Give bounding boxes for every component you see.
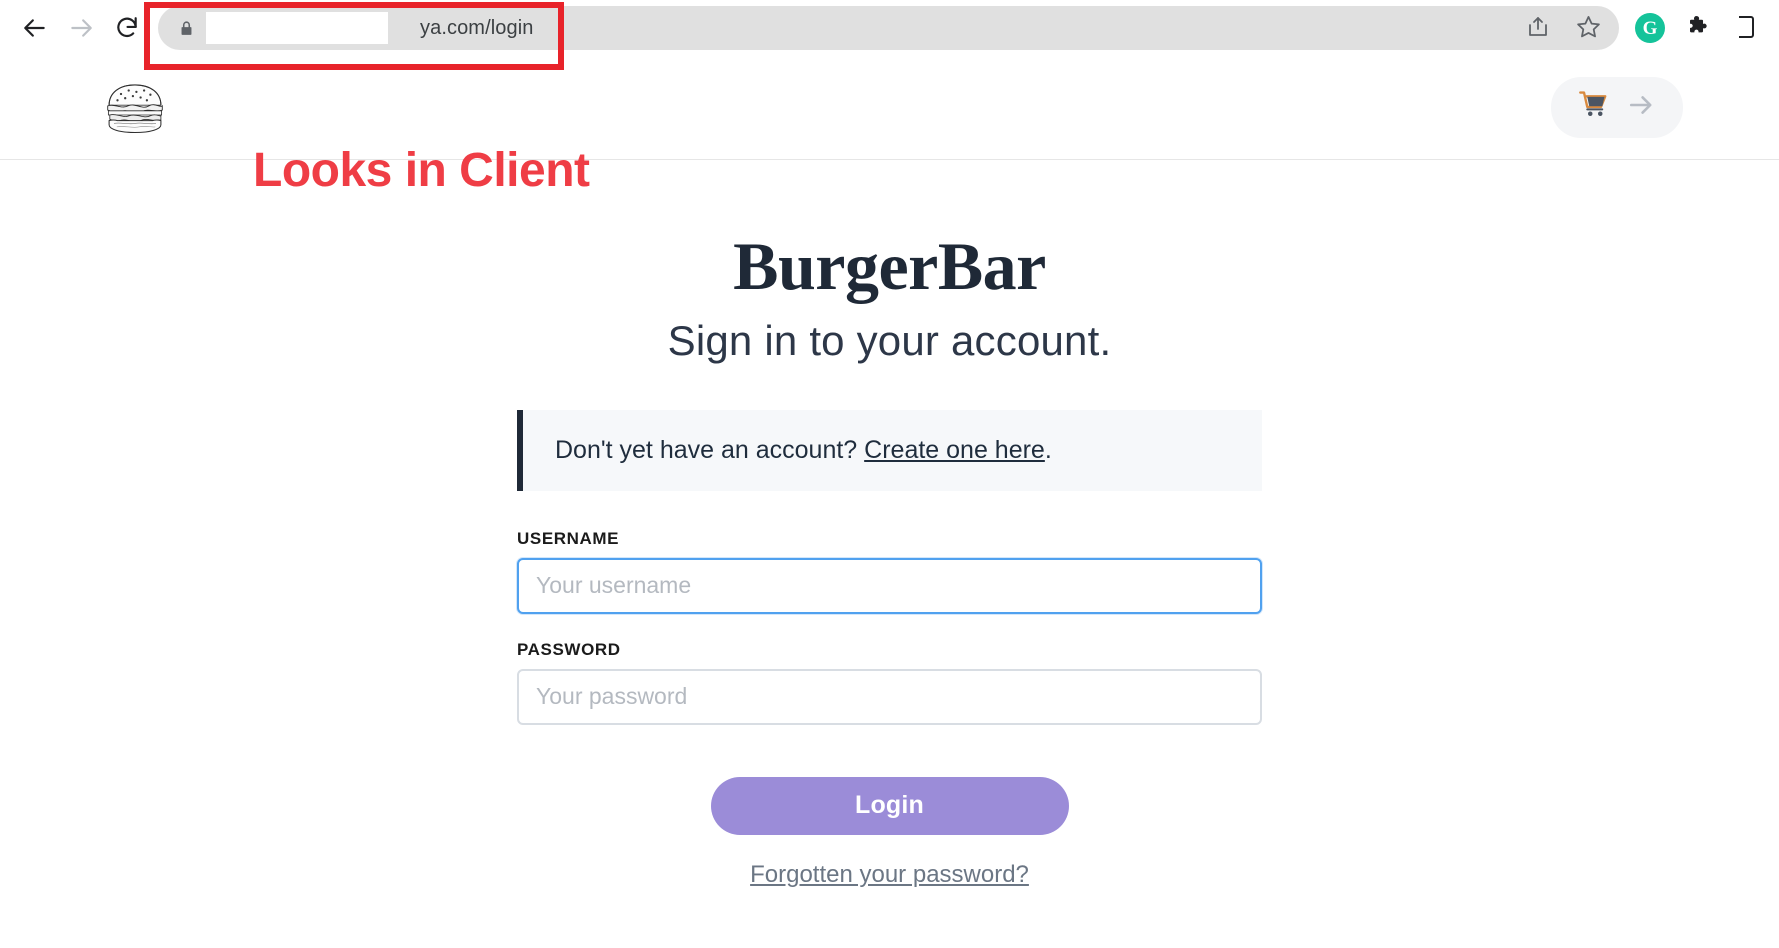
site-logo[interactable] bbox=[100, 77, 170, 139]
grammarly-icon: G bbox=[1635, 13, 1665, 43]
forgot-password-link[interactable]: Forgotten your password? bbox=[750, 861, 1029, 889]
shopping-cart-icon bbox=[1577, 90, 1611, 125]
signup-notice-prefix: Don't yet have an account? bbox=[555, 436, 865, 465]
forward-button[interactable] bbox=[60, 7, 102, 49]
password-label: PASSWORD bbox=[517, 639, 621, 659]
login-button[interactable]: Login bbox=[710, 776, 1069, 835]
password-input[interactable] bbox=[517, 668, 1262, 725]
url-text: ya.com/login bbox=[420, 16, 534, 39]
login-page-main: BurgerBar Sign in to your account. Don't… bbox=[0, 160, 1779, 889]
page-subtitle: Sign in to your account. bbox=[667, 317, 1112, 364]
omnibox-actions bbox=[1515, 6, 1611, 50]
lock-icon bbox=[174, 16, 198, 40]
page-title: BurgerBar bbox=[733, 228, 1046, 304]
signup-notice: Don't yet have an account? Create one he… bbox=[517, 410, 1262, 491]
username-input[interactable] bbox=[517, 557, 1262, 614]
username-label: USERNAME bbox=[517, 528, 620, 548]
reload-button[interactable] bbox=[106, 7, 148, 49]
annotation-label: Looks in Client bbox=[253, 144, 590, 197]
url-redaction-overlay bbox=[206, 12, 388, 44]
star-icon bbox=[1576, 14, 1601, 42]
browser-menu-button[interactable] bbox=[1723, 6, 1769, 50]
signup-notice-suffix: . bbox=[1044, 436, 1052, 465]
bookmark-button[interactable] bbox=[1565, 6, 1611, 50]
login-form: Don't yet have an account? Create one he… bbox=[517, 410, 1262, 889]
cart-button[interactable] bbox=[1551, 77, 1683, 138]
reload-icon bbox=[114, 15, 140, 41]
omnibox-wrapper: ya.com/login bbox=[158, 6, 1619, 50]
browser-menu-icon bbox=[1734, 14, 1758, 43]
browser-toolbar: ya.com/login G bbox=[0, 0, 1779, 70]
grammarly-button[interactable]: G bbox=[1627, 6, 1673, 50]
browser-nav-buttons bbox=[8, 7, 148, 49]
share-icon bbox=[1526, 15, 1550, 42]
puzzle-piece-icon bbox=[1686, 14, 1711, 42]
burger-logo-icon bbox=[100, 77, 170, 139]
back-button[interactable] bbox=[14, 7, 56, 49]
arrow-left-icon bbox=[22, 15, 48, 41]
extensions-button[interactable] bbox=[1675, 6, 1721, 50]
arrow-right-icon bbox=[1625, 92, 1657, 123]
browser-extension-actions: G bbox=[1627, 6, 1771, 50]
share-button[interactable] bbox=[1515, 6, 1561, 50]
arrow-right-icon bbox=[68, 15, 94, 41]
create-account-link[interactable]: Create one here bbox=[864, 436, 1045, 464]
